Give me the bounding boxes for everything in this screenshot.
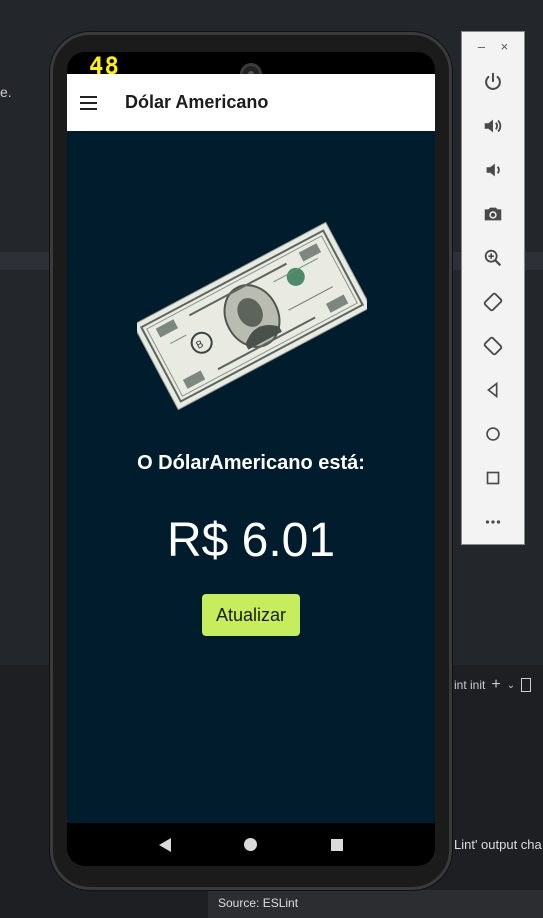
more-button[interactable] xyxy=(462,500,524,544)
nav-back-icon[interactable] xyxy=(158,837,171,852)
zoom-button[interactable] xyxy=(462,236,524,280)
volume-down-icon xyxy=(486,163,500,177)
ide-editor-text: e. xyxy=(0,84,12,100)
android-nav-bar xyxy=(67,823,435,866)
back-icon xyxy=(487,381,498,399)
rotate-left-button[interactable] xyxy=(462,280,524,324)
dollar-bill-image: B xyxy=(137,221,367,411)
main-content: B O DólarAmericano está: R$ 6.01 Atualiz… xyxy=(67,131,435,823)
rotate-right-icon xyxy=(483,336,503,356)
screenshot-button[interactable] xyxy=(462,192,524,236)
emulator-window-controls: – × xyxy=(462,32,524,60)
volume-up-button[interactable] xyxy=(462,104,524,148)
price-value: R$ 6.01 xyxy=(166,514,336,567)
app-bar: Dólar Americano xyxy=(67,74,435,131)
update-button[interactable]: Atualizar xyxy=(202,594,300,636)
phone-screen: 48 Dólar Americano B O DólarAmericano es… xyxy=(67,52,435,866)
menu-icon[interactable] xyxy=(80,91,104,115)
overview-button[interactable] xyxy=(462,456,524,500)
currency-label: O DólarAmericano está: xyxy=(137,452,365,474)
close-icon[interactable]: × xyxy=(501,39,509,54)
rotate-right-button[interactable] xyxy=(462,324,524,368)
ide-status-source: Source: ESLint xyxy=(208,890,543,918)
ide-panel-label: int init xyxy=(454,678,486,692)
volume-down-button[interactable] xyxy=(462,148,524,192)
rotate-left-icon xyxy=(483,292,503,312)
nav-home-icon[interactable] xyxy=(244,838,258,851)
nav-recents-icon[interactable] xyxy=(331,838,344,851)
add-terminal-button[interactable]: + xyxy=(491,676,500,694)
volume-up-icon xyxy=(484,119,502,133)
back-button[interactable] xyxy=(462,368,524,412)
emulator-toolbar: – × xyxy=(461,31,525,545)
home-icon xyxy=(486,427,500,441)
zoom-icon xyxy=(484,249,502,267)
ide-panel-header: int init + ⌄ xyxy=(454,676,532,694)
overview-icon xyxy=(486,471,500,485)
power-icon xyxy=(485,72,501,90)
ide-output-text: Lint' output cha xyxy=(454,837,542,852)
chevron-down-icon[interactable]: ⌄ xyxy=(507,680,515,691)
minimize-icon[interactable]: – xyxy=(478,39,485,54)
split-panel-icon[interactable] xyxy=(521,678,532,692)
power-button[interactable] xyxy=(462,60,524,104)
app-title: Dólar Americano xyxy=(125,92,269,112)
more-icon xyxy=(485,520,501,524)
camera-icon xyxy=(484,207,502,221)
home-button[interactable] xyxy=(462,412,524,456)
